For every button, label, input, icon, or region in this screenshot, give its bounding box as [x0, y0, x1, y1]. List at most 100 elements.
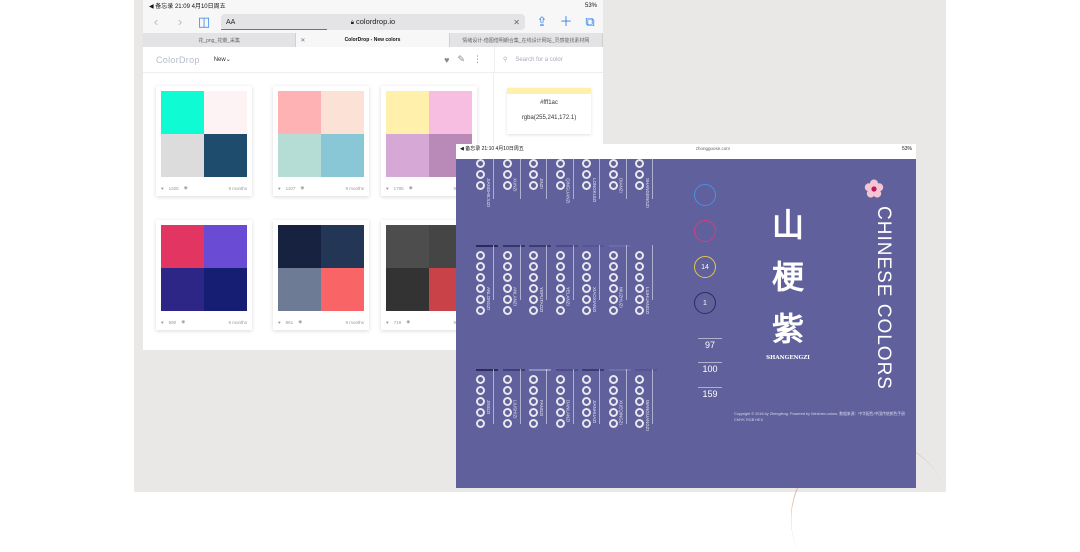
flower-logo-icon[interactable]	[864, 179, 884, 199]
cmyk-ring-icon	[476, 170, 485, 179]
selected-rgba[interactable]: rgba(255,241,172.1)	[507, 115, 591, 121]
color-swatch[interactable]	[204, 225, 247, 268]
color-column-jingzi[interactable]: JINGZI	[476, 369, 500, 428]
colordrop-logo[interactable]: ColorDrop	[156, 55, 200, 65]
brush-icon[interactable]: ✎	[457, 54, 465, 65]
header-actions: ♥ ✎ ⋮	[325, 47, 495, 72]
color-swatch[interactable]	[321, 91, 364, 134]
tab-colordrop[interactable]: ✕ ColorDrop - New colors	[296, 33, 450, 47]
heart-icon[interactable]: ♥	[278, 320, 281, 325]
color-swatch[interactable]	[161, 134, 204, 177]
color-swatch[interactable]	[161, 268, 204, 311]
color-column-liushizi[interactable]: LIUSHIZI	[502, 369, 527, 428]
color-swatch[interactable]	[204, 91, 247, 134]
tab-huaban[interactable]: 花_png_花瓣_采集	[143, 33, 297, 47]
sort-dropdown[interactable]: New⌄	[214, 56, 231, 63]
color-column-jinzi[interactable]: JINZI	[529, 159, 553, 199]
site-address[interactable]: zhongguose.com	[696, 146, 730, 151]
cmyk-ring-icon	[476, 284, 485, 293]
color-column-wanguangzi[interactable]: WANGUANGZI	[635, 369, 659, 431]
cmyk-ring-icon	[635, 397, 644, 406]
cmyk-ring-icon	[555, 159, 565, 168]
color-swatch[interactable]	[204, 134, 247, 177]
color-stick	[493, 245, 494, 300]
palette-card[interactable]: ♥ 1107 ◉ 9 months	[273, 86, 369, 196]
rgb-b-value: 159	[698, 387, 722, 399]
color-column-liuhuangzi[interactable]: LIUHUANGZI	[635, 245, 659, 315]
back-icon[interactable]: ‹	[149, 15, 163, 29]
cmyk-ring-icon	[476, 273, 485, 282]
color-swatch[interactable]	[321, 134, 364, 177]
share-icon[interactable]: ⇪	[535, 15, 549, 29]
color-bar	[476, 369, 498, 371]
color-column-wuzhuzi[interactable]: WUZHUZI	[608, 245, 633, 315]
status-left: ◀ 备忘录 21:09 4月10日周五	[149, 4, 226, 10]
color-column-fangzi[interactable]: FANGZI	[529, 369, 553, 428]
palette-card[interactable]: ♥ 1325 ◉ 9 months	[156, 86, 252, 196]
more-icon[interactable]: ⋮	[473, 54, 482, 65]
color-swatch[interactable]	[161, 91, 204, 134]
heart-icon[interactable]: ♥	[161, 320, 164, 325]
color-search[interactable]: ⚲ Search for a color	[495, 56, 603, 64]
tabs-overview-icon[interactable]: ⧉	[583, 15, 597, 29]
color-swatch[interactable]	[386, 134, 429, 177]
cmyk-ring-icon	[608, 262, 618, 271]
status-bar: ◀ 备忘录 21:09 4月10日周五 53%	[143, 0, 603, 11]
browser-toolbar: ‹ › ◫ AA 🔒︎ colordrop.io ✕ ⇪ ＋ ⧉	[143, 11, 603, 33]
bookmarks-icon[interactable]: ◫	[197, 15, 211, 29]
color-swatch[interactable]	[429, 91, 472, 134]
close-tab-icon[interactable]: ✕	[300, 37, 305, 44]
cmyk-ring-icon	[555, 251, 565, 260]
color-column-xiaoxianzi[interactable]: XIAOXIANZI	[582, 245, 606, 315]
status-bar: ◀ 备忘录 21:10 4月10日周五 zhongguose.com 53%	[456, 144, 916, 153]
color-column-qinglianzi[interactable]: QINGLIANZI	[555, 159, 580, 204]
color-name: FANGZI	[539, 400, 544, 417]
color-column-yelanzi[interactable]: YELANZI	[555, 245, 580, 315]
like-count: 690	[168, 319, 177, 325]
color-column-dianzi[interactable]: DIANZI	[608, 159, 633, 199]
selected-hex[interactable]: #fff1ac	[507, 100, 591, 106]
clear-url-icon[interactable]: ✕	[513, 18, 520, 27]
dial-value: 1	[703, 299, 707, 307]
color-swatch[interactable]	[161, 225, 204, 268]
heart-icon[interactable]: ♥	[386, 320, 389, 325]
color-column-yeputaozi[interactable]: YEPUTAOZI	[529, 245, 553, 315]
eye-icon: ◉	[408, 185, 413, 190]
color-column-jianhuazi[interactable]: JIANHUAZI	[582, 369, 606, 428]
tab-design[interactable]: 情绪设计-借图借明朗合集_在线设计网站_灵感能找素材网	[450, 33, 603, 47]
color-swatch[interactable]	[204, 268, 247, 311]
color-column-xueqingzi[interactable]: XUEQINGZI	[608, 369, 633, 428]
heart-icon[interactable]: ♥	[386, 186, 389, 191]
color-column-longkuizi[interactable]: LONGKUIZI	[582, 159, 606, 202]
color-column-anlongzi[interactable]: ANLONGZI	[476, 245, 500, 315]
address-bar[interactable]: AA 🔒︎ colordrop.io ✕	[221, 14, 525, 30]
color-swatch[interactable]	[278, 91, 321, 134]
color-swatch[interactable]	[278, 268, 321, 311]
cmyk-ring-icon	[608, 306, 618, 315]
heart-icon[interactable]: ♥	[278, 186, 281, 191]
color-swatch[interactable]	[386, 268, 429, 311]
palette-meta: ♥ 1107 ◉ 9 months	[278, 185, 364, 191]
cmyk-ring-icon	[529, 170, 538, 179]
color-stick	[519, 159, 521, 199]
heart-icon[interactable]: ♥	[444, 55, 449, 65]
palette-card[interactable]: ♥ 690 ◉ 9 months	[156, 220, 252, 330]
color-swatch[interactable]	[386, 91, 429, 134]
color-swatch[interactable]	[278, 134, 321, 177]
new-tab-icon[interactable]: ＋	[559, 15, 573, 29]
heart-icon[interactable]: ♥	[161, 186, 164, 191]
color-column-danlanzi[interactable]: DANLANZI	[555, 369, 580, 428]
color-column-shangengzi[interactable]: SHANGENGZI	[635, 159, 659, 208]
color-swatch[interactable]	[321, 225, 364, 268]
color-swatch[interactable]	[278, 225, 321, 268]
color-bar	[476, 245, 498, 247]
palette-card[interactable]: ♥ 861 ◉ 9 months	[273, 220, 369, 330]
color-column-xunzi[interactable]: XUNZI	[502, 159, 527, 199]
color-swatch[interactable]	[321, 268, 364, 311]
color-column-jianghejuzi[interactable]: JIANGHEJUZI	[476, 159, 500, 207]
search-placeholder[interactable]: Search for a color	[515, 57, 562, 63]
cmyk-ring-icon	[608, 408, 618, 417]
forward-icon[interactable]: ›	[173, 15, 187, 29]
color-column-anlanzi[interactable]: ANLANZI	[502, 245, 527, 315]
color-swatch[interactable]	[386, 225, 429, 268]
